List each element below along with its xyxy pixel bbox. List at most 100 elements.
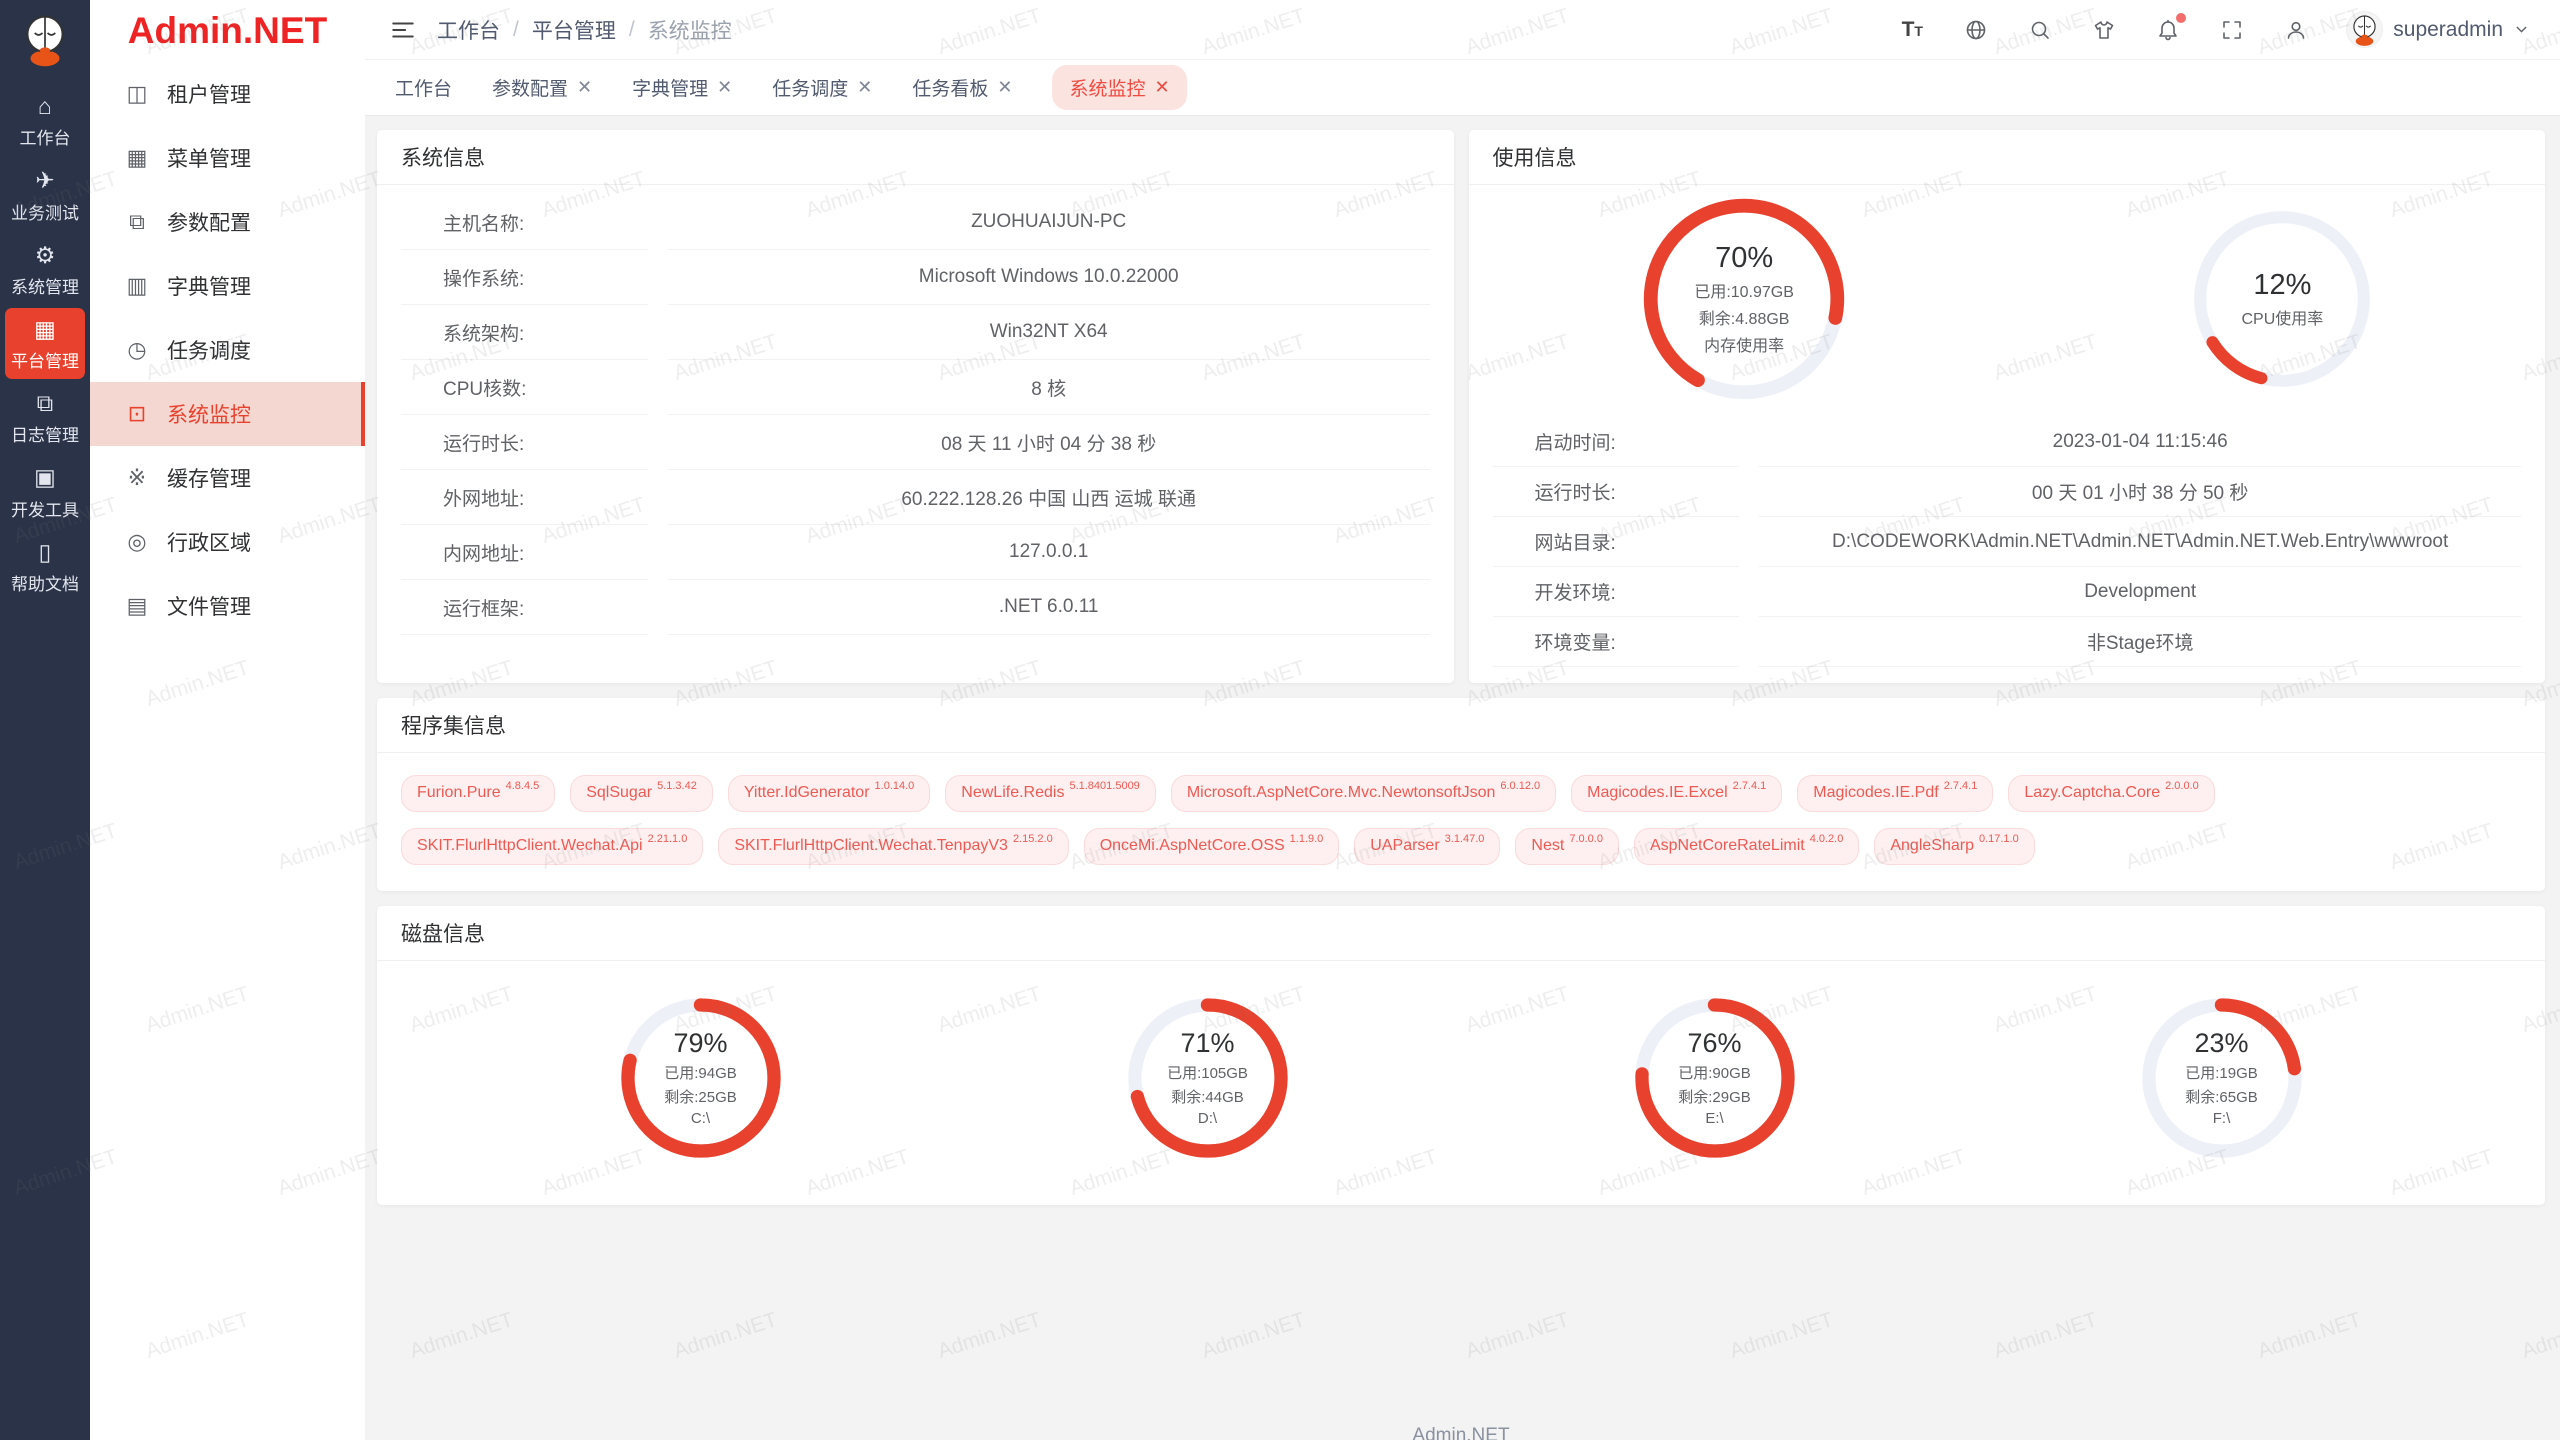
assembly-version: 4.0.2.0 <box>1810 832 1844 846</box>
sidebar-item-label: 租户管理 <box>167 79 251 109</box>
tab-任务看板[interactable]: 任务看板✕ <box>912 74 1012 101</box>
user-menu[interactable]: superadmin <box>2346 11 2530 48</box>
assembly-version: 2.7.4.1 <box>1733 779 1767 793</box>
disk-c-gauge: 79%已用:94GB剩余:25GBC:\ <box>618 995 784 1161</box>
sidebar-item-tenant-management[interactable]: ◫租户管理 <box>90 62 365 126</box>
document-icon: ▤ <box>124 593 150 619</box>
font-size-icon[interactable]: TT <box>1898 16 1926 44</box>
gauge-text: 71%已用:105GB剩余:44GBD:\ <box>1125 995 1291 1161</box>
info-value: 08 天 11 小时 04 分 38 秒 <box>668 415 1430 470</box>
sidebar-item-menu-management[interactable]: ▦菜单管理 <box>90 126 365 190</box>
info-label: 运行框架: <box>401 580 648 635</box>
notebook-icon: ▯ <box>39 540 52 565</box>
primary-sidebar: ⌂工作台✈业务测试⚙系统管理▦平台管理⧉日志管理▣开发工具 ▯ 帮助文档 <box>0 0 90 1440</box>
assembly-badge: Nest7.0.0.0 <box>1515 828 1619 865</box>
rail-item-label: 业务测试 <box>11 199 79 224</box>
monitor-icon: ⊡ <box>124 401 150 427</box>
assembly-version: 6.0.12.0 <box>1500 779 1540 793</box>
app-logo-icon[interactable] <box>16 10 74 68</box>
sidebar-item-cache-management[interactable]: ※缓存管理 <box>90 446 365 510</box>
assembly-version: 3.1.47.0 <box>1445 832 1485 846</box>
breadcrumb-item[interactable]: 系统监控 <box>648 15 732 45</box>
info-value: 8 核 <box>668 360 1430 415</box>
assembly-name: OnceMi.AspNetCore.OSS <box>1100 836 1285 857</box>
theme-icon[interactable] <box>2090 16 2118 44</box>
tab-任务调度[interactable]: 任务调度✕ <box>772 74 872 101</box>
memory-usage-gauge: 70%已用:10.97GB剩余:4.88GB内存使用率 <box>1638 193 1850 405</box>
rail-item-workbench[interactable]: ⌂工作台 <box>5 85 85 156</box>
info-row: CPU核数:8 核 <box>401 360 1430 415</box>
info-label: 主机名称: <box>401 195 648 250</box>
assembly-name: Magicodes.IE.Pdf <box>1813 783 1938 804</box>
breadcrumb-item[interactable]: 平台管理 <box>532 15 616 45</box>
rail-item-platform-management[interactable]: ▦平台管理 <box>5 308 85 379</box>
tab-close-icon[interactable]: ✕ <box>997 77 1012 98</box>
assembly-name: Lazy.Captcha.Core <box>2024 783 2160 804</box>
tab-label: 参数配置 <box>492 74 568 101</box>
tab-label: 工作台 <box>395 74 452 101</box>
rail-item-label: 日志管理 <box>11 421 79 446</box>
page-footer: Admin.NET Copyright © 2022 Dilon All rig… <box>377 1205 2545 1440</box>
tab-工作台[interactable]: 工作台 <box>395 74 452 101</box>
home-icon: ⌂ <box>38 94 52 119</box>
gauge-percent: 71% <box>1180 1028 1234 1059</box>
gauge-detail: 剩余:4.88GB <box>1699 305 1790 329</box>
location-pin-icon: ◎ <box>124 529 150 555</box>
tab-close-icon[interactable]: ✕ <box>717 77 732 98</box>
breadcrumb-item[interactable]: 工作台 <box>437 15 500 45</box>
info-value: D:\CODEWORK\Admin.NET\Admin.NET\Admin.NE… <box>1759 517 2521 567</box>
info-row: 主机名称: ZUOHUAIJUN-PC <box>401 195 1430 250</box>
assembly-badge: Lazy.Captcha.Core2.0.0.0 <box>2008 775 2214 812</box>
info-label: 运行时长: <box>401 415 648 470</box>
disk-f-gauge: 23%已用:19GB剩余:65GBF:\ <box>2139 995 2305 1161</box>
rail-item-help-docs[interactable]: ▯ 帮助文档 <box>5 531 85 602</box>
collapse-menu-icon[interactable] <box>389 16 417 44</box>
sidebar-item-dict-management[interactable]: ▥字典管理 <box>90 254 365 318</box>
search-icon[interactable] <box>2026 16 2054 44</box>
language-icon[interactable] <box>1962 16 1990 44</box>
gauge-detail: CPU使用率 <box>2241 305 2323 329</box>
sidebar-item-param-config[interactable]: ⧉参数配置 <box>90 190 365 254</box>
info-row: 操作系统:Microsoft Windows 10.0.22000 <box>401 250 1430 305</box>
tab-close-icon[interactable]: ✕ <box>1154 77 1169 98</box>
rail-item-label: 帮助文档 <box>11 570 79 595</box>
notification-badge <box>2176 13 2186 23</box>
top-bar-actions: TT superadmin <box>1898 11 2530 48</box>
tab-字典管理[interactable]: 字典管理 ✕ <box>632 74 732 101</box>
fullscreen-icon[interactable] <box>2218 16 2246 44</box>
info-value: Microsoft Windows 10.0.22000 <box>668 250 1430 305</box>
breadcrumb-separator: / <box>629 18 635 42</box>
assembly-badge: AngleSharp0.17.1.0 <box>1874 828 2034 865</box>
tab-参数配置[interactable]: 参数配置 ✕ <box>492 74 592 101</box>
rail-item-business-test[interactable]: ✈业务测试 <box>5 159 85 230</box>
divider-gap <box>1739 417 1759 467</box>
breadcrumb: 工作台/平台管理/系统监控 <box>437 15 732 45</box>
gauge-percent: 12% <box>2253 269 2311 302</box>
info-value: ZUOHUAIJUN-PC <box>668 195 1430 250</box>
sidebar-item-task-schedule[interactable]: ◷任务调度 <box>90 318 365 382</box>
notification-icon[interactable] <box>2154 16 2182 44</box>
sidebar-item-system-monitor[interactable]: ⊡系统监控 <box>90 382 365 446</box>
gauge-percent: 79% <box>673 1028 727 1059</box>
sidebar-item-admin-region[interactable]: ◎行政区域 <box>90 510 365 574</box>
rail-item-log-management[interactable]: ⧉日志管理 <box>5 382 85 453</box>
assembly-version: 1.1.9.0 <box>1290 832 1324 846</box>
assembly-badge: OnceMi.AspNetCore.OSS 1.1.9.0 <box>1084 828 1340 865</box>
profile-icon[interactable] <box>2282 16 2310 44</box>
disk-d-gauge: 71%已用:105GB剩余:44GBD:\ <box>1125 995 1291 1161</box>
divider-gap <box>1739 517 1759 567</box>
tab-close-icon[interactable]: ✕ <box>857 77 872 98</box>
rail-item-system-management[interactable]: ⚙系统管理 <box>5 234 85 305</box>
chevron-down-icon <box>2513 21 2530 38</box>
copy-icon: ⧉ <box>124 209 150 235</box>
rail-item-dev-tools[interactable]: ▣开发工具 <box>5 456 85 527</box>
tab-close-icon[interactable]: ✕ <box>577 77 592 98</box>
assembly-version: 7.0.0.0 <box>1569 832 1603 846</box>
sidebar-item-file-management[interactable]: ▤文件管理 <box>90 574 365 638</box>
divider-gap <box>648 525 668 580</box>
tab-label: 字典管理 <box>632 74 708 101</box>
info-label: 运行时长: <box>1493 467 1740 517</box>
tab-系统监控[interactable]: 系统监控✕ <box>1052 65 1186 110</box>
info-label: 开发环境: <box>1493 567 1740 617</box>
info-row: 运行时长: 08 天 11 小时 04 分 38 秒 <box>401 415 1430 470</box>
